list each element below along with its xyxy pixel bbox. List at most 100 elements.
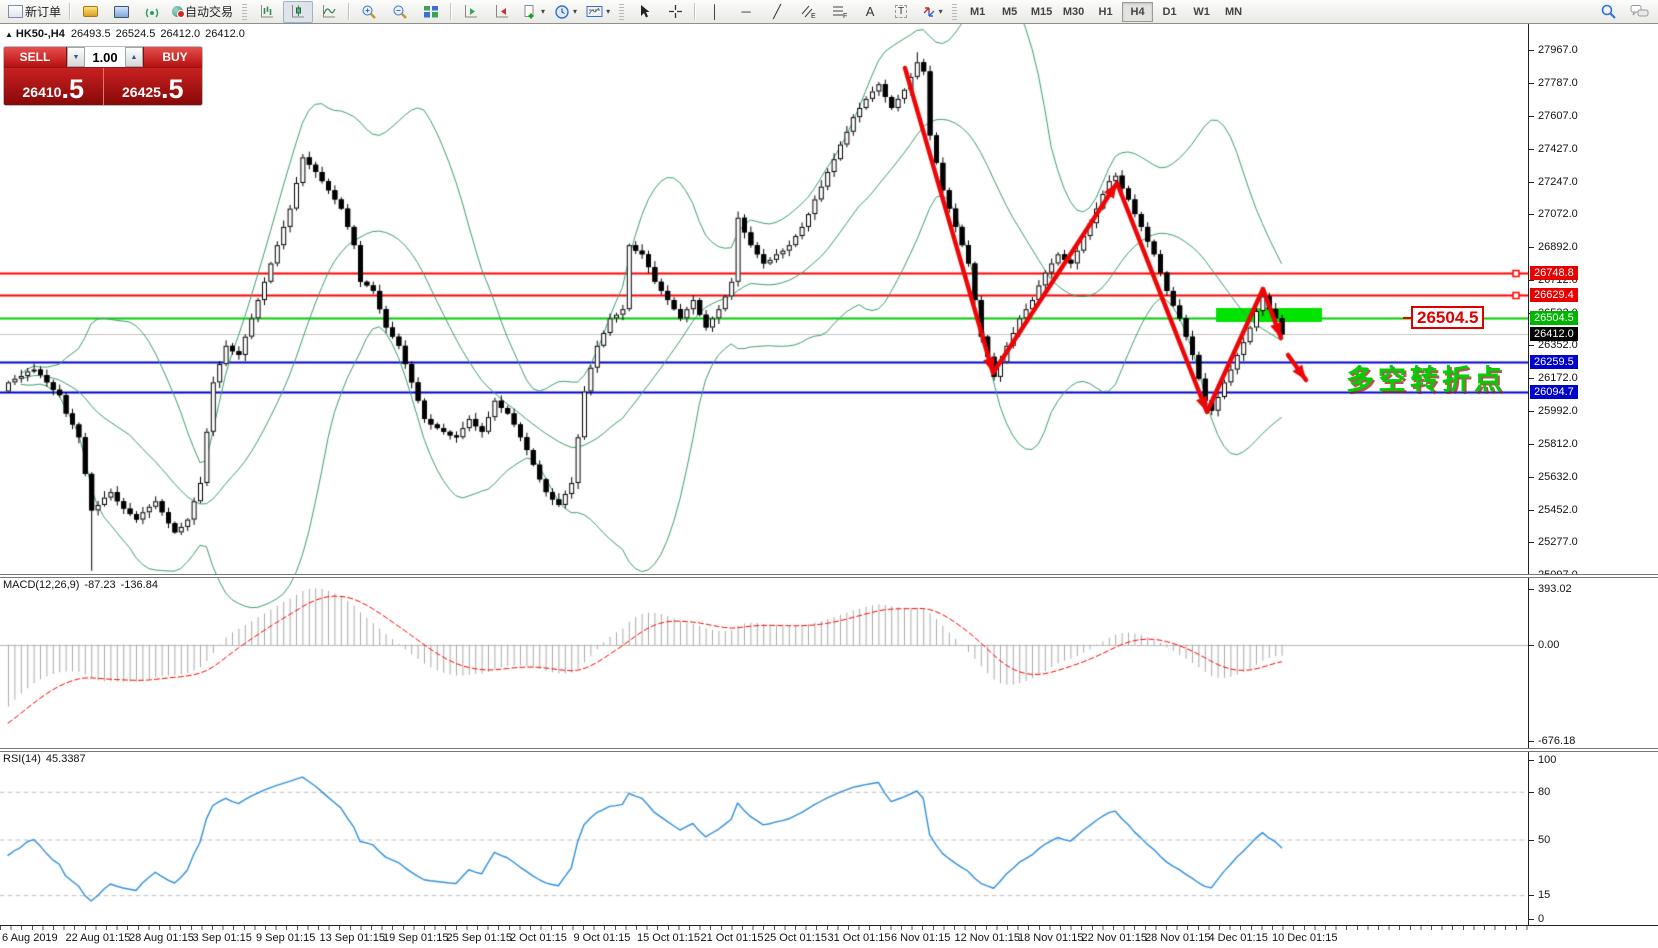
timeframe-m5[interactable]: M5 <box>994 2 1025 22</box>
time-tick-label: 9 Sep 01:15 <box>256 932 315 944</box>
bar-chart-mode-button[interactable] <box>252 1 282 23</box>
toolbar: 新订单 自动交易 <box>0 0 1658 24</box>
fibonacci-tool[interactable]: F <box>824 1 854 23</box>
rsi-indicator-label: RSI(14) 45.3387 <box>3 753 91 765</box>
rsi-panel-separator[interactable] <box>0 748 1658 752</box>
volume-up-button[interactable]: ▲ <box>125 47 143 67</box>
auto-scroll-icon <box>463 4 479 19</box>
rsi-tick-label: 0 <box>1529 912 1544 926</box>
cursor-tool-button[interactable] <box>629 1 659 23</box>
arrows-tool[interactable]: ▾ <box>917 1 947 23</box>
fibonacci-icon: F <box>831 4 847 19</box>
time-tick-label: 25 Sep 01:15 <box>447 932 512 944</box>
text-label-icon: T <box>895 5 907 18</box>
period-button[interactable]: ▾ <box>550 1 581 23</box>
crosshair-icon <box>668 4 683 19</box>
time-tick-label: 10 Dec 01:15 <box>1272 932 1337 944</box>
template-button[interactable]: ▾ <box>582 1 614 23</box>
price-tick-label: 26892.0 <box>1529 240 1578 254</box>
signal-button[interactable] <box>137 1 167 23</box>
arrows-icon <box>922 5 936 19</box>
text-tool[interactable]: A <box>855 1 885 23</box>
line-chart-mode-button[interactable] <box>314 1 344 23</box>
market-watch-button[interactable] <box>75 1 105 23</box>
dropdown-caret: ▾ <box>606 7 610 16</box>
time-tick-label: 6 Nov 01:15 <box>891 932 950 944</box>
price-axis[interactable]: 27967.027787.027607.027427.027247.027072… <box>1528 24 1658 925</box>
time-tick-label: 21 Oct 01:15 <box>701 932 764 944</box>
sell-price[interactable]: 26410.5 <box>4 68 104 105</box>
sell-price-main: 26410 <box>23 81 62 103</box>
price-level-tag: 26629.4 <box>1530 288 1578 302</box>
tile-windows-button[interactable] <box>416 1 446 23</box>
channel-tool[interactable]: E <box>793 1 823 23</box>
tile-windows-icon <box>423 4 439 19</box>
new-chart-icon <box>522 4 538 20</box>
rsi-value: 45.3387 <box>46 753 86 765</box>
sell-button[interactable]: SELL <box>4 47 67 67</box>
trendline-tool[interactable]: ╱ <box>762 1 792 23</box>
timeframe-w1[interactable]: W1 <box>1186 2 1217 22</box>
crosshair-tool-button[interactable] <box>660 1 690 23</box>
candlestick-mode-button[interactable] <box>283 1 313 23</box>
rsi-name: RSI(14) <box>3 753 41 765</box>
macd-panel-separator[interactable] <box>0 574 1658 578</box>
buy-price-main: 26425 <box>122 81 161 103</box>
trendline-icon: ╱ <box>773 4 781 20</box>
terminal-button[interactable] <box>106 1 136 23</box>
horizontal-line-tool[interactable]: ─ <box>731 1 761 23</box>
text-label-tool[interactable]: T <box>886 1 916 23</box>
ohlc-close: 26412.0 <box>205 28 245 40</box>
one-click-trading-widget: SELL ▼ ▲ BUY 26410.5 26425.5 <box>3 46 203 106</box>
price-tick-label: 27072.0 <box>1529 207 1578 221</box>
time-axis-ticks <box>0 926 1530 930</box>
dropdown-caret: ▾ <box>573 7 577 16</box>
timeframe-m1[interactable]: M1 <box>962 2 993 22</box>
bar-chart-icon <box>259 4 275 19</box>
timeframe-m15[interactable]: M15 <box>1026 2 1057 22</box>
zoom-in-icon <box>361 4 377 20</box>
price-callout-label[interactable]: 26504.5 <box>1411 306 1484 329</box>
timeframe-m30[interactable]: M30 <box>1058 2 1089 22</box>
price-level-tag: 26259.5 <box>1530 355 1578 369</box>
macd-tick-label: 393.02 <box>1529 582 1572 596</box>
chart-shift-button[interactable] <box>487 1 517 23</box>
timeframe-mn[interactable]: MN <box>1218 2 1249 22</box>
chat-icon <box>1630 4 1649 19</box>
auto-scroll-button[interactable] <box>456 1 486 23</box>
macd-name: MACD(12,26,9) <box>3 579 79 591</box>
buy-price[interactable]: 26425.5 <box>104 68 203 105</box>
new-chart-button[interactable]: ▾ <box>518 1 549 23</box>
dropdown-caret: ▾ <box>541 7 545 16</box>
timeframe-h4[interactable]: H4 <box>1122 2 1153 22</box>
timeframe-d1[interactable]: D1 <box>1154 2 1185 22</box>
vertical-line-tool[interactable]: │ <box>700 1 730 23</box>
candlestick-icon <box>290 4 306 19</box>
price-tick-label: 25812.0 <box>1529 437 1578 451</box>
price-chart-canvas[interactable] <box>0 24 1528 925</box>
price-tick-label: 25277.0 <box>1529 535 1578 549</box>
volume-down-button[interactable]: ▼ <box>67 47 85 67</box>
time-axis[interactable]: 6 Aug 201922 Aug 01:1528 Aug 01:153 Sep … <box>0 925 1658 948</box>
time-tick-label: 25 Oct 01:15 <box>764 932 827 944</box>
time-tick-label: 12 Nov 01:15 <box>955 932 1020 944</box>
volume-input[interactable] <box>85 47 125 67</box>
buy-button[interactable]: BUY <box>143 47 203 67</box>
new-order-button[interactable]: 新订单 <box>4 1 65 23</box>
auto-trading-button[interactable]: 自动交易 <box>168 1 237 23</box>
price-tick-label: 25992.0 <box>1529 404 1578 418</box>
time-tick-label: 19 Sep 01:15 <box>383 932 448 944</box>
search-button[interactable] <box>1593 1 1623 23</box>
zoom-out-button[interactable] <box>385 1 415 23</box>
svg-text:F: F <box>843 13 847 19</box>
turning-point-annotation[interactable]: 多空转折点 <box>1346 358 1506 398</box>
time-tick-label: 4 Dec 01:15 <box>1209 932 1268 944</box>
price-level-tag: 26504.5 <box>1530 311 1578 325</box>
separator <box>348 3 350 20</box>
chat-button[interactable] <box>1624 1 1654 23</box>
zoom-in-button[interactable] <box>354 1 384 23</box>
ohlc-low: 26412.0 <box>160 28 200 40</box>
timeframe-h1[interactable]: H1 <box>1090 2 1121 22</box>
channel-icon: E <box>800 4 816 19</box>
svg-text:E: E <box>811 13 816 19</box>
